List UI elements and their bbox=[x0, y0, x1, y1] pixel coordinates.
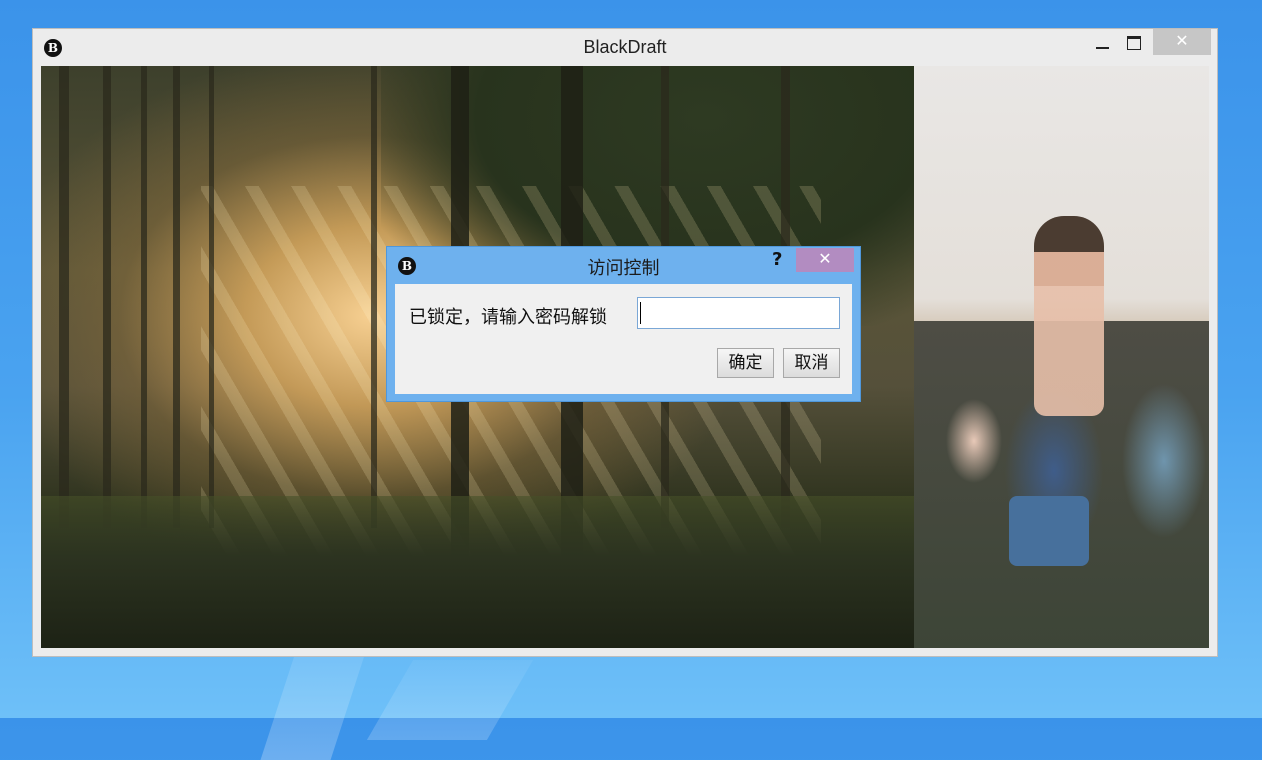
dialog-close-button[interactable]: ✕ bbox=[796, 248, 854, 272]
festival-crowd-image bbox=[914, 66, 1209, 648]
dialog-body: 已锁定，请输入密码解锁 确定 取消 bbox=[395, 284, 852, 394]
password-input[interactable] bbox=[637, 297, 840, 329]
lock-prompt-label: 已锁定，请输入密码解锁 bbox=[409, 307, 607, 328]
text-cursor bbox=[640, 302, 641, 324]
help-button[interactable]: ? bbox=[772, 249, 782, 270]
dialog-title: 访问控制 bbox=[587, 258, 660, 279]
close-button[interactable]: ✕ bbox=[1153, 29, 1211, 55]
desktop-light-streak bbox=[366, 660, 534, 740]
window-title: BlackDraft bbox=[583, 37, 667, 57]
desktop-light-streak bbox=[260, 640, 370, 760]
maximize-button[interactable] bbox=[1121, 29, 1147, 57]
minimize-button[interactable] bbox=[1089, 29, 1115, 57]
access-control-dialog: B 访问控制 ? ✕ 已锁定，请输入密码解锁 确定 取消 bbox=[386, 246, 861, 402]
ok-button[interactable]: 确定 bbox=[717, 348, 774, 378]
window-titlebar[interactable]: B BlackDraft ✕ bbox=[33, 29, 1217, 66]
cancel-button[interactable]: 取消 bbox=[783, 348, 840, 378]
